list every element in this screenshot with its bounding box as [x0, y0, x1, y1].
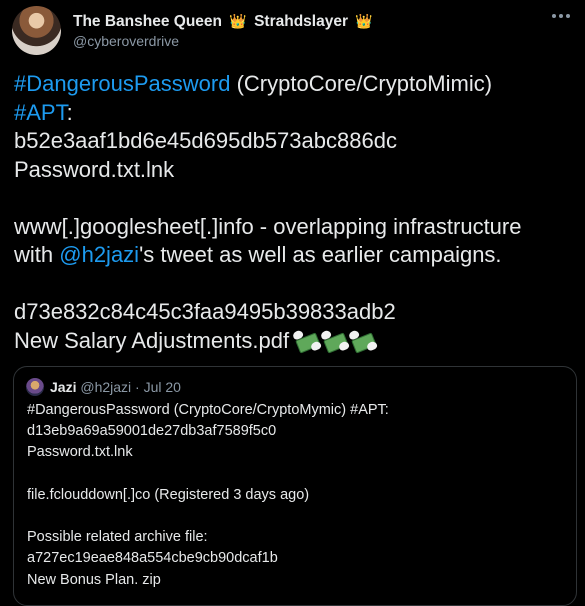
tweet-text-line: : [66, 99, 73, 125]
money-with-wings-icon [347, 328, 379, 354]
crown-icon: 👑 [355, 13, 373, 29]
tweet-text-line: (CryptoCore/CryptoMimic) [230, 71, 493, 96]
emoji-group [291, 328, 379, 354]
author-name-suffix[interactable]: Strahdslayer [254, 13, 348, 30]
quoted-author-handle[interactable]: @h2jazi [80, 379, 131, 395]
money-with-wings-icon [319, 328, 351, 354]
quoted-text-line: #DangerousPassword (CryptoCore/CryptoMym… [27, 402, 389, 418]
tweet-text-line: d73e832c84c45c3faa9495b39833adb2 [14, 299, 396, 324]
quoted-tweet-body: #DangerousPassword (CryptoCore/CryptoMym… [27, 400, 557, 591]
avatar[interactable] [26, 378, 44, 396]
quoted-text-line: file.fclouddown[.]co (Registered 3 days … [27, 486, 310, 503]
tweet-text-line: with [14, 242, 60, 267]
avatar[interactable] [12, 6, 61, 55]
tweet-text-line: 's tweet as well as earlier campaigns. [139, 242, 502, 267]
separator: · [135, 379, 140, 395]
money-with-wings-icon [291, 328, 323, 354]
tweet-text-line: www[.]googlesheet[.]info - overlapping i… [14, 213, 522, 239]
crown-icon: 👑 [229, 13, 247, 29]
author-handle[interactable]: @cyberoverdrive [73, 33, 179, 49]
quoted-tweet-header: Jazi @h2jazi · Jul 20 [26, 378, 181, 396]
quoted-text-line: New Bonus Plan. zip [27, 571, 161, 588]
mention-link[interactable]: @h2jazi [59, 242, 139, 267]
quoted-text-line: d13eb9a69a59001de27db3af7589f5c0 [27, 423, 277, 440]
quoted-text-line: Possible related archive file: [27, 529, 208, 546]
author-display-name[interactable]: The Banshee Queen 👑 Strahdslayer 👑 [73, 13, 376, 31]
hashtag-link[interactable]: #APT [14, 100, 67, 125]
tweet-text-line: Password.txt.lnk [14, 156, 175, 182]
quoted-text-line: Password.txt.lnk [27, 444, 133, 461]
tweet-header: The Banshee Queen 👑 Strahdslayer 👑 @cybe… [12, 6, 573, 56]
quoted-text-line: a727ec19eae848a554cbe9cb90dcaf1b [27, 550, 278, 567]
tweet-body: #DangerousPassword (CryptoCore/CryptoMim… [14, 70, 574, 355]
quoted-author-name[interactable]: Jazi [50, 379, 76, 395]
hashtag-link[interactable]: #DangerousPassword [14, 71, 230, 96]
more-options-icon[interactable] [549, 12, 573, 20]
author-name[interactable]: The Banshee Queen [73, 13, 222, 30]
quoted-tweet[interactable]: Jazi @h2jazi · Jul 20 #DangerousPassword… [13, 366, 577, 606]
quoted-tweet-date[interactable]: Jul 20 [144, 379, 181, 395]
tweet-text-line: New Salary Adjustments.pdf [14, 327, 290, 353]
tweet-text-line: b52e3aaf1bd6e45d695db573abc886dc [14, 128, 397, 153]
